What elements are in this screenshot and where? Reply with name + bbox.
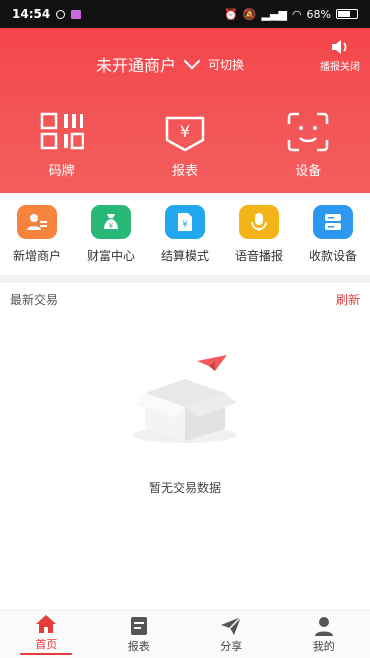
- svg-text:¥: ¥: [109, 222, 114, 230]
- quick-item-label: 新增商户: [12, 249, 61, 263]
- quick-item-label: 语音播报: [234, 249, 283, 263]
- quick-add-merchant[interactable]: 新增商户: [1, 205, 73, 264]
- quick-wealth-center[interactable]: ¥ 财富中心: [75, 205, 147, 264]
- signal-icon: ▂▄▆: [261, 7, 287, 21]
- nav-home[interactable]: 首页: [11, 614, 81, 655]
- app-notification-icon: [71, 9, 82, 19]
- quick-voice-broadcast[interactable]: 语音播报: [223, 205, 295, 264]
- battery-fill: [338, 11, 350, 17]
- battery-icon: [336, 9, 358, 19]
- wifi-icon: ◠: [291, 7, 302, 21]
- broadcast-toggle[interactable]: 播报关闭: [320, 38, 360, 73]
- nav-label: 首页: [35, 638, 58, 651]
- transactions-title: 最新交易: [10, 293, 59, 307]
- refresh-button[interactable]: 刷新: [336, 291, 360, 308]
- nav-label: 分享: [220, 639, 243, 653]
- document-yen-icon: ¥: [165, 205, 205, 239]
- merchant-name: 未开通商户: [96, 56, 177, 75]
- speaker-icon: [332, 40, 347, 54]
- big-item-report[interactable]: ¥ 报表: [140, 112, 230, 179]
- quick-item-label: 收款设备: [308, 249, 357, 263]
- qr-code-icon: [40, 112, 84, 150]
- big-item-label: 设备: [295, 164, 322, 179]
- quick-item-label: 结算模式: [160, 249, 209, 263]
- home-icon: [36, 615, 57, 633]
- broadcast-label: 播报关闭: [320, 62, 360, 73]
- nav-label: 报表: [127, 639, 150, 653]
- nav-label: 我的: [312, 639, 335, 653]
- status-time: 14:54: [12, 7, 51, 21]
- yen-report-icon: ¥: [165, 116, 205, 152]
- bottom-nav: 首页 报表 分享 我的: [0, 610, 370, 658]
- battery-text: 68%: [306, 7, 331, 21]
- switch-label: 可切换: [208, 57, 245, 72]
- money-bag-icon: ¥: [91, 205, 131, 239]
- quick-payment-device[interactable]: 收款设备: [297, 205, 369, 264]
- chevron-down-icon: [183, 52, 201, 70]
- quick-item-label: 财富中心: [86, 249, 135, 263]
- alarm-icon: ⏰: [224, 7, 238, 21]
- header: 未开通商户 可切换 播报关闭 码牌 ¥ 报表 设备: [0, 28, 370, 193]
- add-merchant-icon: [17, 205, 57, 239]
- merchant-switcher[interactable]: 未开通商户 可切换: [96, 52, 244, 76]
- scan-face-icon: [288, 112, 329, 152]
- big-item-label: 报表: [171, 164, 198, 179]
- send-icon: [221, 615, 242, 635]
- quick-actions: 新增商户 ¥ 财富中心 ¥ 结算模式 语音播报 收款设备: [0, 193, 370, 275]
- big-item-label: 码牌: [48, 164, 75, 179]
- quick-settlement-mode[interactable]: ¥ 结算模式: [149, 205, 221, 264]
- transactions-section: 最新交易 刷新 暂无交易数据: [0, 283, 370, 610]
- empty-text: 暂无交易数据: [148, 481, 221, 495]
- svg-text:¥: ¥: [180, 122, 190, 141]
- empty-box-illustration: [133, 355, 237, 443]
- notification-dot-icon: [56, 9, 66, 19]
- big-item-device[interactable]: 设备: [263, 112, 353, 179]
- mute-icon: 🔕: [242, 7, 257, 21]
- status-bar: 14:54 ⏰ 🔕 ▂▄▆ ◠ 68%: [0, 0, 370, 28]
- nav-report[interactable]: 报表: [104, 616, 174, 654]
- nav-share[interactable]: 分享: [196, 615, 266, 654]
- microphone-icon: [239, 205, 279, 239]
- report-icon: [130, 616, 147, 635]
- user-icon: [314, 616, 333, 636]
- svg-text:¥: ¥: [182, 220, 188, 230]
- nav-mine[interactable]: 我的: [289, 616, 359, 654]
- big-item-qrcode[interactable]: 码牌: [17, 112, 107, 179]
- server-icon: [313, 205, 353, 239]
